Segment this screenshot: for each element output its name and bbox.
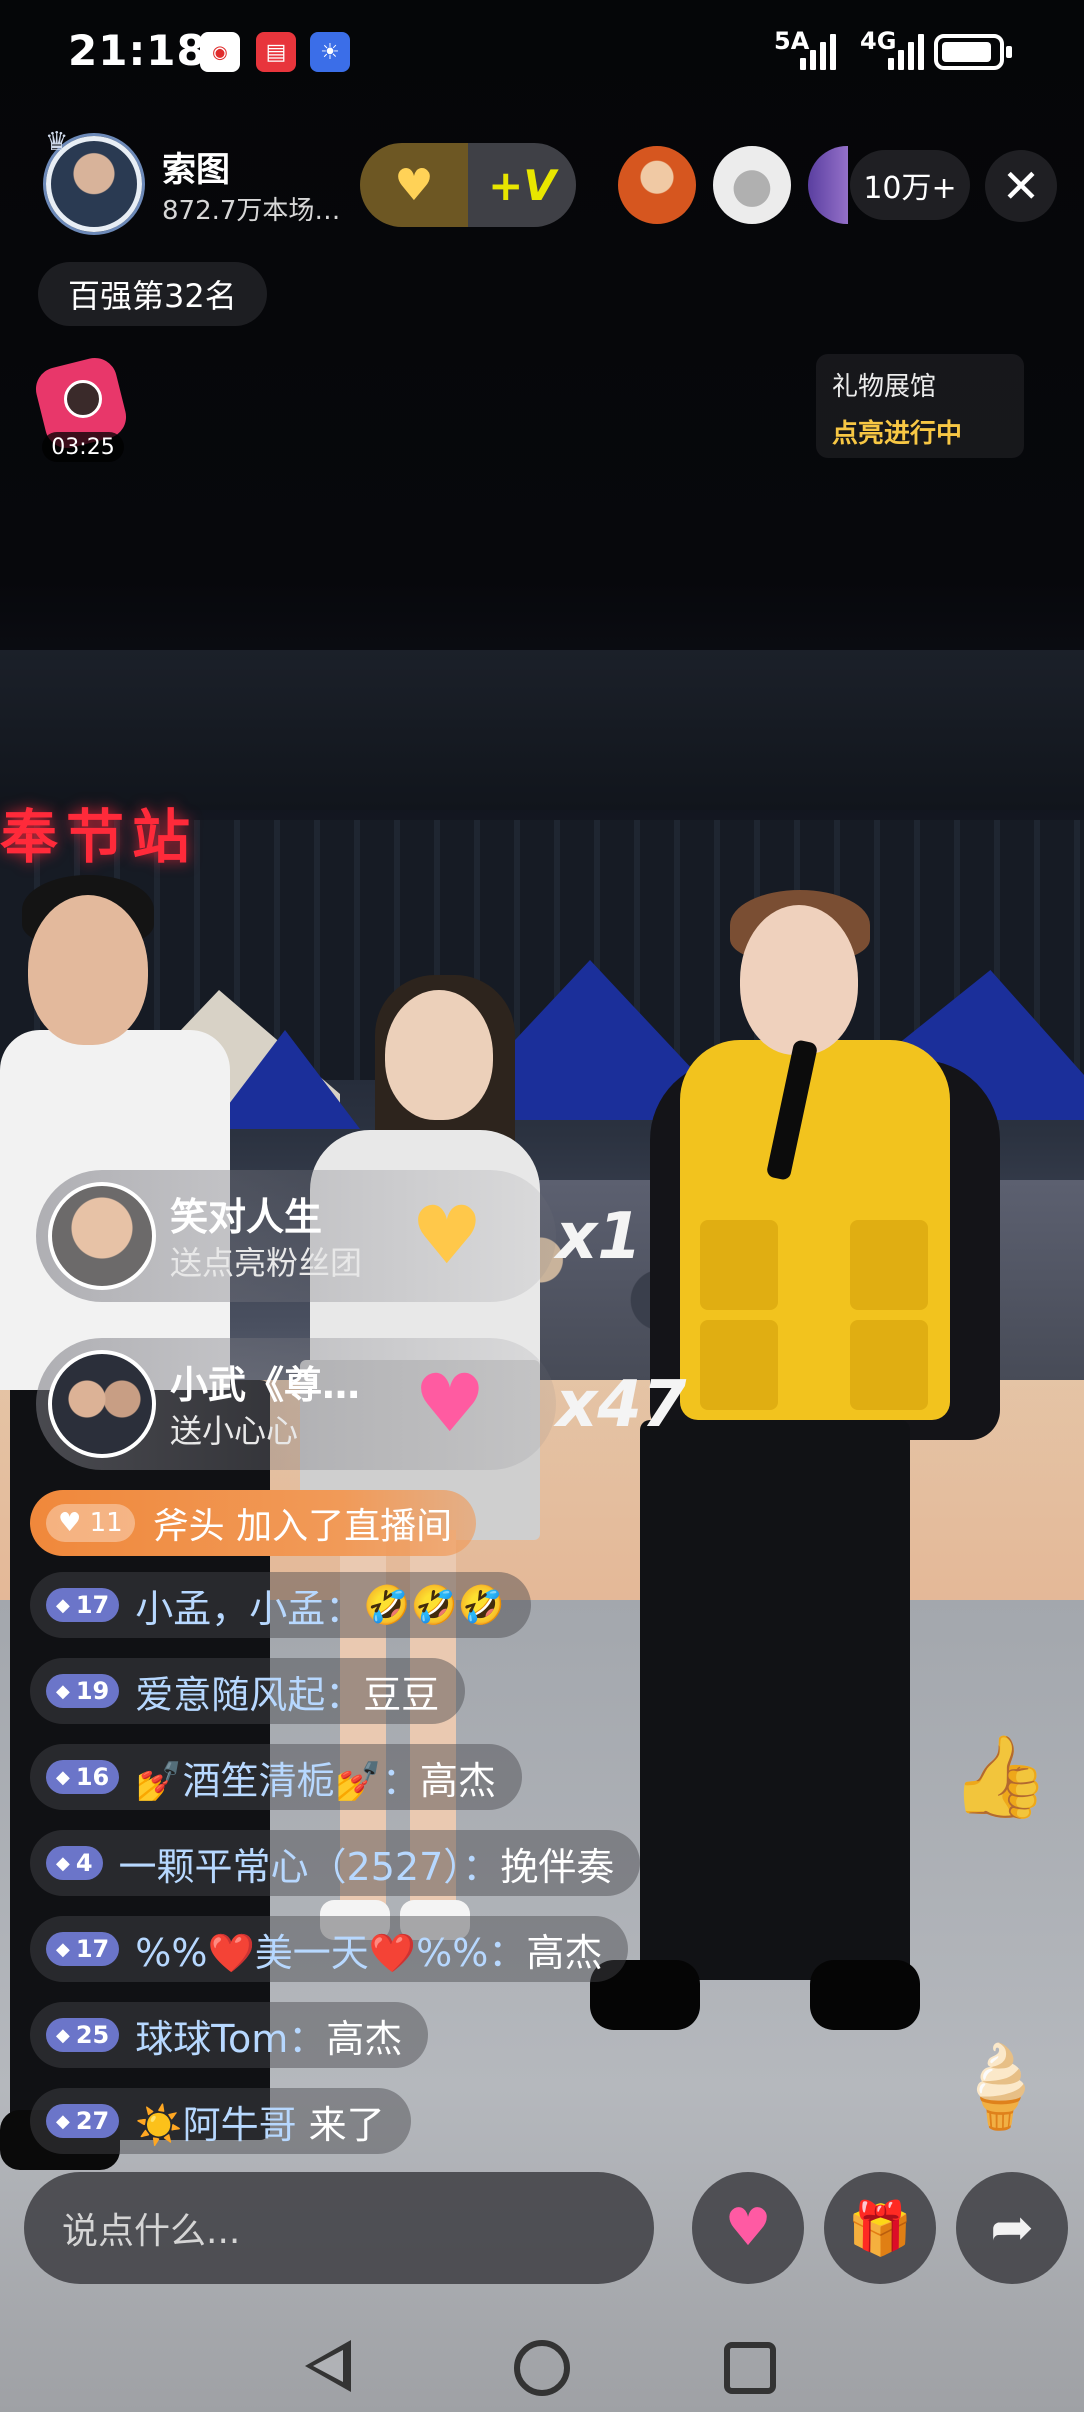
chat-message: ◆ 16 💅酒笙清栀💅： 高杰 xyxy=(30,1744,522,1810)
diamond-icon: ◆ xyxy=(56,1938,70,1960)
gift-count: x47 xyxy=(556,1368,687,1442)
level-badge: ◆ 27 xyxy=(46,2104,120,2138)
gift-count: x1 xyxy=(556,1200,642,1274)
diamond-icon: ◆ xyxy=(56,2024,70,2046)
gift-hall-title: 礼物展馆 xyxy=(832,372,937,402)
chat-message: ◆ 17 小孟，小孟： 🤣🤣🤣 xyxy=(30,1572,532,1638)
level-badge: ◆ 25 xyxy=(46,2018,120,2052)
crown-icon: ♛ xyxy=(45,127,69,157)
level-badge: ◆ 4 xyxy=(46,1846,103,1880)
rank-badge[interactable]: 百强第32名 xyxy=(38,262,267,326)
red-packet[interactable]: 03:25 xyxy=(31,353,131,462)
join-level-badge: ♥ 11 xyxy=(46,1504,135,1542)
diamond-icon: ◆ xyxy=(56,1852,70,1874)
recent-apps-icon[interactable] xyxy=(724,2342,776,2394)
chat-message: ◆ 25 球球Tom： 高杰 xyxy=(30,2002,429,2068)
join-message: ♥ 11 斧头 加入了直播间 xyxy=(30,1490,477,1556)
lightbulb-icon: ☀ xyxy=(310,32,350,72)
share-arrow-icon: ➦ xyxy=(990,2198,1034,2258)
gift-sender-name: 小武《尊… xyxy=(170,1363,361,1407)
station-roof xyxy=(0,650,1084,810)
battery-icon xyxy=(934,34,1012,70)
chat-text: 高杰 xyxy=(526,1930,603,1975)
back-icon[interactable] xyxy=(305,2340,351,2392)
signal-icon xyxy=(888,34,924,70)
gift-action: 送点亮粉丝团 xyxy=(170,1244,363,1282)
chat-username[interactable]: 小孟，小孟： xyxy=(135,1578,363,1633)
chat-username[interactable]: 球球Tom： xyxy=(135,2008,326,2063)
host-name: 索图 xyxy=(162,150,230,190)
host-profile[interactable]: ♛ 索图 872.7万本场… xyxy=(40,127,360,240)
plus-v-button[interactable]: +V xyxy=(468,161,576,210)
status-bar: 21:18 ◉ ▤ ☀ 5A 4G xyxy=(0,0,1084,100)
gift-sender-avatar[interactable] xyxy=(48,1350,156,1458)
comment-input[interactable]: 说点什么... xyxy=(24,2172,654,2284)
gift-icon: 🎁 xyxy=(847,2198,913,2259)
close-button[interactable]: ✕ xyxy=(985,150,1057,222)
chat-message: ◆ 27 ☀️阿牛哥 来了 xyxy=(30,2088,411,2154)
chat-username[interactable]: %%❤️美一天❤️%%： xyxy=(135,1922,526,1977)
like-button[interactable]: ♥ xyxy=(692,2172,804,2284)
chat-message: ◆ 4 一颗平常心（2527）： 挽伴奏 xyxy=(30,1830,641,1896)
pink-heart-icon: ♥ xyxy=(414,1357,486,1450)
chat-text: 高杰 xyxy=(326,2016,403,2061)
mobile-app-icon: ◉ xyxy=(200,32,240,72)
gift-hall-card[interactable]: 礼物展馆 点亮进行中 xyxy=(816,354,1024,458)
host-subtitle: 872.7万本场… xyxy=(162,196,341,226)
station-sign: 奉节站 xyxy=(0,803,199,871)
gift-button[interactable]: 🎁 xyxy=(824,2172,936,2284)
fan-club-buttons: ♥ +V xyxy=(360,143,576,227)
chat-username[interactable]: ☀️阿牛哥 xyxy=(135,2094,296,2149)
red-packet-timer: 03:25 xyxy=(42,432,124,462)
fan-club-heart-button[interactable]: ♥ xyxy=(360,160,468,211)
chat-username[interactable]: 💅酒笙清栀💅： xyxy=(135,1750,420,1805)
gift-sender-name: 笑对人生 xyxy=(170,1195,323,1239)
host-avatar[interactable]: ♛ xyxy=(45,127,142,232)
floating-gift-icon[interactable]: 🍦 xyxy=(950,2040,1050,2134)
red-packet-avatar xyxy=(64,380,102,418)
diamond-icon: ◆ xyxy=(56,2110,70,2132)
heart-icon: ♥ xyxy=(724,2198,772,2258)
gift-hall-status: 点亮进行中 xyxy=(832,419,963,449)
diamond-icon: ◆ xyxy=(56,1766,70,1788)
gift-banner: 小武《尊… 送小心心 ♥ x47 xyxy=(36,1338,686,1470)
signal-icon xyxy=(800,34,836,70)
chat-text: 来了 xyxy=(308,2102,385,2147)
viewer-count[interactable]: 10万+ xyxy=(850,150,970,220)
level-badge: ◆ 16 xyxy=(46,1760,120,1794)
gift-banner: 笑对人生 送点亮粉丝团 ♥ x1 xyxy=(36,1170,642,1302)
level-badge: ◆ 17 xyxy=(46,1588,120,1622)
share-button[interactable]: ➦ xyxy=(956,2172,1068,2284)
level-badge: ◆ 17 xyxy=(46,1932,120,1966)
gift-sender-avatar[interactable] xyxy=(48,1182,156,1290)
home-icon[interactable] xyxy=(514,2340,570,2396)
chat-message: ◆ 17 %%❤️美一天❤️%%： 高杰 xyxy=(30,1916,629,1982)
reader-app-icon: ▤ xyxy=(256,32,296,72)
gift-action: 送小心心 xyxy=(170,1412,299,1450)
chat-text: 🤣🤣🤣 xyxy=(363,1582,506,1627)
chat-message: ◆ 19 爱意随风起： 豆豆 xyxy=(30,1658,466,1724)
status-time: 21:18 xyxy=(68,26,207,75)
chat-text: 挽伴奏 xyxy=(500,1844,615,1889)
heart-icon: ♥ xyxy=(58,1508,90,1538)
chat-username[interactable]: 爱意随风起： xyxy=(135,1664,363,1719)
level-badge: ◆ 19 xyxy=(46,1674,120,1708)
chat-text: 高杰 xyxy=(419,1758,496,1803)
thumbs-up-icon: 👍 xyxy=(950,1730,1050,1823)
join-user[interactable]: 斧头 xyxy=(153,1497,225,1549)
chat-text: 豆豆 xyxy=(363,1672,440,1717)
diamond-icon: ◆ xyxy=(56,1594,70,1616)
join-text: 加入了直播间 xyxy=(236,1506,453,1547)
viewer-avatar[interactable]: ● xyxy=(713,146,791,224)
chat-username[interactable]: 一颗平常心（2527）： xyxy=(119,1836,501,1891)
golden-heart-icon: ♥ xyxy=(411,1189,483,1282)
diamond-icon: ◆ xyxy=(56,1680,70,1702)
viewer-avatar[interactable] xyxy=(618,146,696,224)
